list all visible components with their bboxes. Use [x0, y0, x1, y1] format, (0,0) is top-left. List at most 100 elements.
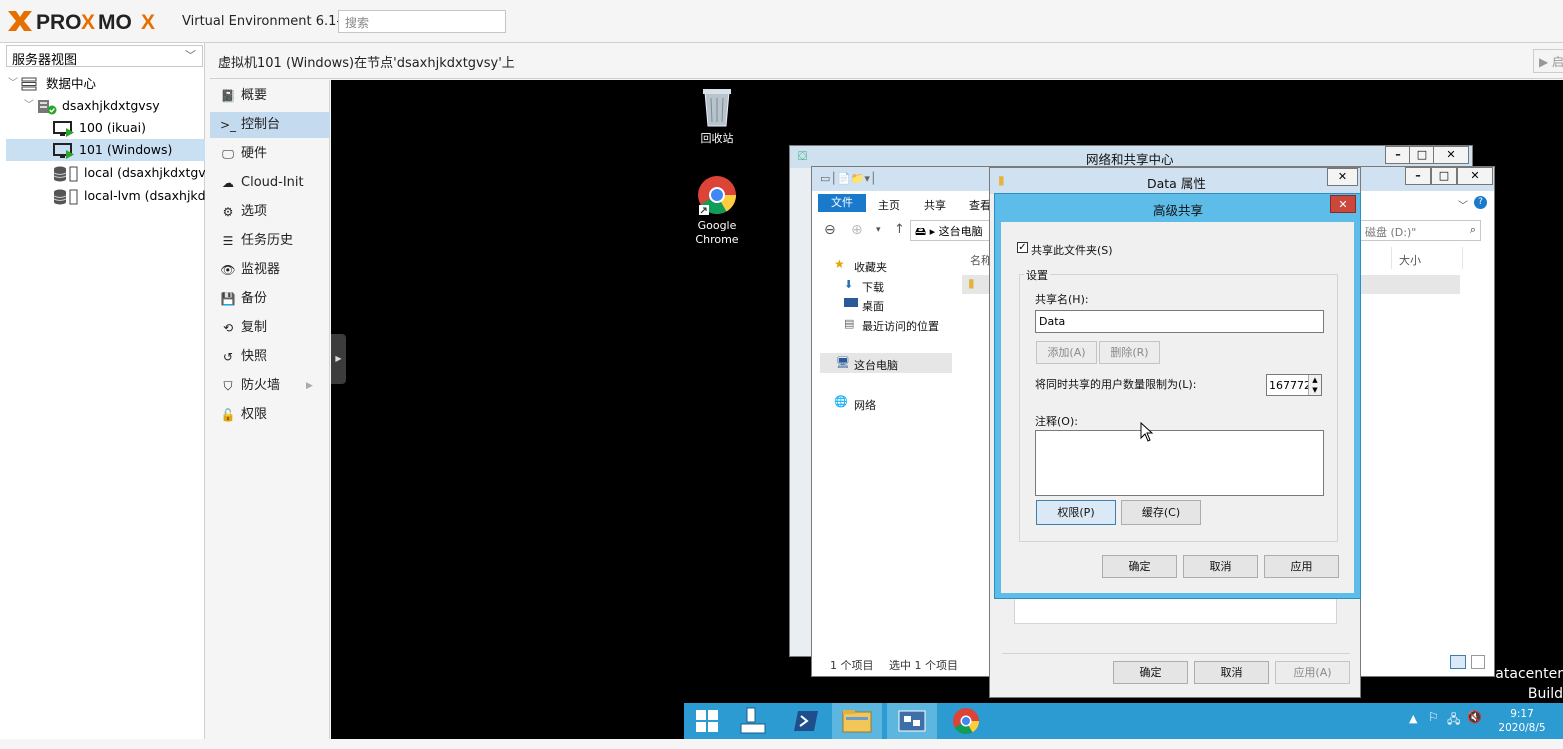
nav-favorites[interactable]: 收藏夹	[854, 259, 887, 275]
tab-home[interactable]: 主页	[878, 197, 900, 213]
maximize-button[interactable]: □	[1431, 167, 1457, 185]
star-icon: ★	[834, 257, 845, 271]
share-checkbox-label[interactable]: 共享此文件夹(S)	[1031, 242, 1113, 258]
chrome-icon	[698, 176, 737, 215]
nav-monitor[interactable]: 👁 监视器	[210, 257, 330, 283]
quick-access-icon[interactable]: ▭│📄📁▾│	[820, 172, 877, 185]
help-icon[interactable]: ?	[1474, 196, 1487, 209]
network-tray-icon[interactable]: 🖧	[1447, 710, 1460, 731]
explorer-taskbar-button[interactable]	[832, 703, 882, 739]
nav-hardware[interactable]: 🖵 硬件	[210, 141, 330, 167]
nav-options[interactable]: ⚙ 选项	[210, 199, 330, 225]
tree-item-node[interactable]: ﹀ dsaxhjkdxtgvsy	[6, 95, 205, 117]
folder-icon: ▮	[998, 173, 1005, 187]
chrome-taskbar-button[interactable]	[943, 703, 989, 739]
stepper-icon[interactable]: ▲ ▼	[1308, 375, 1321, 395]
tab-view[interactable]: 查看	[969, 197, 991, 213]
address-bar[interactable]: 🖴 ▸ 这台电脑	[910, 220, 1000, 241]
nav-permissions[interactable]: 🔓 权限	[210, 402, 330, 428]
collapse-icon[interactable]: ﹀	[24, 95, 34, 117]
nav-snapshot[interactable]: ↺ 快照	[210, 344, 330, 370]
nav-desktop[interactable]: 桌面	[862, 298, 884, 314]
chevron-right-icon: ▶	[306, 381, 313, 391]
close-button[interactable]: ✕	[1330, 195, 1356, 213]
datacenter-icon	[21, 77, 37, 91]
minimize-button[interactable]: –	[1405, 167, 1431, 185]
collapse-icon[interactable]: ﹀	[8, 73, 18, 95]
status-selected: 选中 1 个项目	[889, 659, 958, 672]
cache-button[interactable]: 缓存(C)	[1121, 500, 1201, 525]
up-icon[interactable]: ↑	[894, 222, 905, 237]
action-center-flag-icon[interactable]: ⚐	[1428, 710, 1439, 724]
recent-dropdown-icon[interactable]: ▾	[876, 225, 881, 235]
nav-backup[interactable]: 💾 备份	[210, 286, 330, 312]
terminal-icon: >_	[220, 118, 237, 132]
tab-share[interactable]: 共享	[924, 197, 946, 213]
add-button[interactable]: 添加(A)	[1036, 341, 1097, 364]
chevron-down-icon: ﹀	[185, 49, 196, 62]
nav-cloud-init[interactable]: ☁ Cloud-Init	[210, 170, 330, 196]
close-button[interactable]: ✕	[1457, 167, 1493, 185]
tab-file[interactable]: 文件	[818, 194, 866, 212]
nav-console[interactable]: >_ 控制台	[210, 112, 330, 138]
server-manager-button[interactable]	[730, 703, 776, 739]
nav-firewall[interactable]: ⛉ 防火墙 ▶	[210, 373, 330, 399]
nav-task-history[interactable]: ☰ 任务历史	[210, 228, 330, 254]
clock[interactable]: 9:17 2020/8/5	[1497, 707, 1547, 735]
tree-item-vm-101[interactable]: 101 (Windows)	[6, 139, 205, 161]
chrome-label-1: Google	[697, 219, 737, 232]
nav-downloads[interactable]: 下载	[862, 279, 884, 295]
chrome-shortcut[interactable]: Google Chrome	[690, 175, 744, 247]
nav-recent[interactable]: 最近访问的位置	[862, 318, 939, 334]
close-button[interactable]: ✕	[1433, 146, 1469, 164]
nav-label: 复制	[241, 320, 268, 335]
tree-item-storage-local[interactable]: local (dsaxhjkdxtgvsy	[6, 162, 205, 184]
close-button[interactable]: ✕	[1327, 168, 1358, 186]
properties-apply-button[interactable]: 应用(A)	[1275, 661, 1350, 684]
tree-item-datacenter[interactable]: ﹀ 数据中心	[6, 73, 205, 95]
clock-time: 9:17	[1510, 708, 1534, 720]
tree-item-label: 100 (ikuai)	[79, 120, 146, 135]
nav-label: 备份	[241, 291, 268, 306]
apply-button[interactable]: 应用	[1264, 555, 1339, 578]
nav-this-pc[interactable]: 这台电脑	[854, 357, 898, 373]
nav-summary[interactable]: 📓 概要	[210, 83, 330, 109]
tray-expand-icon[interactable]: ▲	[1409, 712, 1417, 725]
forward-icon[interactable]: ⊕	[851, 222, 863, 238]
tree-item-vm-100[interactable]: 100 (ikuai)	[6, 117, 205, 139]
collapse-handle[interactable]: ▶	[331, 334, 346, 384]
properties-title: Data 属性	[1147, 176, 1206, 191]
cancel-button[interactable]: 取消	[1183, 555, 1258, 578]
properties-cancel-button[interactable]: 取消	[1194, 661, 1269, 684]
minimize-button[interactable]: –	[1385, 146, 1411, 164]
ok-button[interactable]: 确定	[1102, 555, 1177, 578]
remove-button[interactable]: 删除(R)	[1099, 341, 1160, 364]
chrome-icon	[953, 708, 980, 735]
recycle-bin-shortcut[interactable]: 回收站	[694, 86, 740, 146]
network-icon: 🌐	[834, 395, 848, 408]
search-input[interactable]: 搜索	[338, 10, 506, 33]
nav-replication[interactable]: ⟲ 复制	[210, 315, 330, 341]
permissions-button[interactable]: 权限(P)	[1036, 500, 1116, 525]
volume-muted-icon[interactable]: 🔇	[1467, 710, 1482, 724]
maximize-button[interactable]: □	[1409, 146, 1435, 164]
nav-network[interactable]: 网络	[854, 397, 876, 413]
network-center-taskbar-button[interactable]	[887, 703, 937, 739]
comment-textarea[interactable]	[1035, 430, 1324, 496]
proxmox-logo[interactable]: PRO X MO X	[6, 8, 176, 34]
large-icons-view-icon[interactable]	[1471, 655, 1485, 669]
explorer-search[interactable]: 磁盘 (D:)" ⌕	[1360, 220, 1481, 241]
storage-icon	[53, 189, 78, 205]
view-select[interactable]: 服务器视图 ﹀	[6, 45, 203, 68]
share-checkbox[interactable]: ✓	[1017, 242, 1028, 253]
tree-item-storage-local-lvm[interactable]: local-lvm (dsaxhjkdxt	[6, 185, 205, 207]
properties-ok-button[interactable]: 确定	[1113, 661, 1188, 684]
powershell-button[interactable]	[783, 703, 829, 739]
share-name-input[interactable]: Data	[1035, 310, 1324, 333]
advanced-sharing-dialog[interactable]: 高级共享 ✕ ✓ 共享此文件夹(S) 设置 共享名(H): Data 添加(A)…	[994, 193, 1361, 599]
start-button[interactable]: ▶ 启	[1533, 49, 1563, 73]
back-icon[interactable]: ⊖	[824, 222, 836, 238]
details-view-icon[interactable]	[1450, 655, 1466, 669]
start-menu-button[interactable]	[684, 703, 730, 739]
chevron-down-icon[interactable]: ﹀	[1458, 197, 1468, 212]
